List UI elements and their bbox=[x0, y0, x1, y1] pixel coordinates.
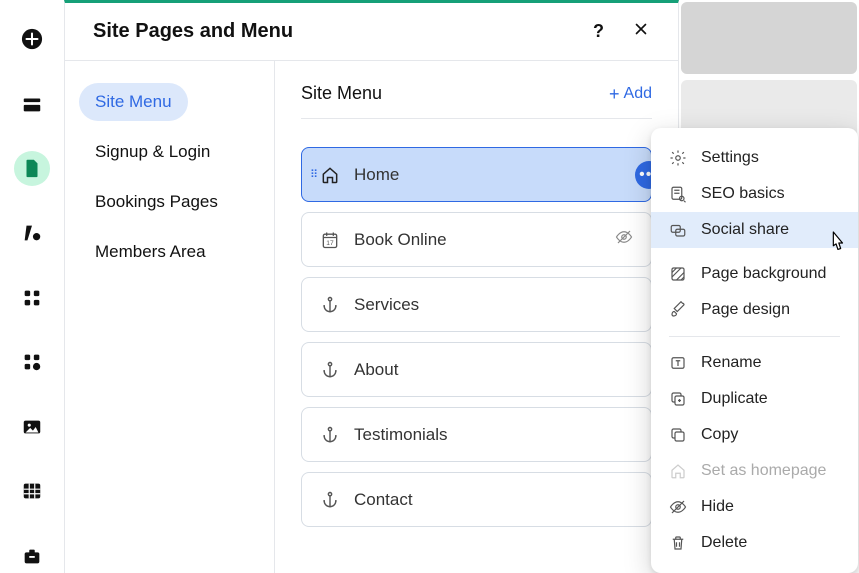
media-icon[interactable] bbox=[14, 409, 50, 444]
menu-label: Duplicate bbox=[701, 390, 768, 408]
page-list: ⠿ Home ••• 17 Book Online bbox=[301, 147, 652, 527]
editor-left-rail bbox=[0, 0, 64, 573]
sidebar-item-label: Members Area bbox=[95, 242, 206, 261]
page-label: Services bbox=[354, 295, 419, 315]
page-label: Testimonials bbox=[354, 425, 448, 445]
menu-duplicate[interactable]: Duplicate bbox=[651, 381, 858, 417]
menu-label: Social share bbox=[701, 221, 789, 239]
menu-label: Settings bbox=[701, 149, 759, 167]
section-title: Site Menu bbox=[301, 83, 382, 104]
menu-seo[interactable]: SEO basics bbox=[651, 176, 858, 212]
copy-icon bbox=[669, 426, 687, 444]
cursor-pointer-icon bbox=[826, 230, 848, 261]
business-icon[interactable] bbox=[14, 345, 50, 380]
page-item-book-online[interactable]: 17 Book Online bbox=[301, 212, 652, 267]
anchor-icon bbox=[320, 295, 340, 315]
eye-off-icon bbox=[669, 498, 687, 516]
page-label: About bbox=[354, 360, 398, 380]
sidebar-item-label: Site Menu bbox=[95, 92, 172, 111]
sidebar-item-members[interactable]: Members Area bbox=[79, 233, 222, 271]
anchor-icon bbox=[320, 360, 340, 380]
apps-icon[interactable] bbox=[14, 280, 50, 315]
sidebar-item-label: Bookings Pages bbox=[95, 192, 218, 211]
calendar-icon: 17 bbox=[320, 230, 340, 250]
menu-settings[interactable]: Settings bbox=[651, 140, 858, 176]
panel-title: Site Pages and Menu bbox=[93, 20, 293, 43]
menu-hide[interactable]: Hide bbox=[651, 489, 858, 525]
add-label: Add bbox=[624, 85, 652, 103]
home-icon bbox=[669, 462, 687, 480]
duplicate-icon bbox=[669, 390, 687, 408]
trash-icon bbox=[669, 534, 687, 552]
svg-text:17: 17 bbox=[326, 240, 334, 247]
page-label: Contact bbox=[354, 490, 413, 510]
share-frames-icon bbox=[669, 221, 687, 239]
page-item-contact[interactable]: Contact bbox=[301, 472, 652, 527]
add-page-button[interactable]: + Add bbox=[609, 85, 652, 103]
menu-divider bbox=[669, 336, 840, 337]
design-icon[interactable] bbox=[14, 216, 50, 251]
sidebar-item-signup-login[interactable]: Signup & Login bbox=[79, 133, 226, 171]
page-label: Home bbox=[354, 165, 399, 185]
menu-rename[interactable]: Rename bbox=[651, 345, 858, 381]
search-doc-icon bbox=[669, 185, 687, 203]
panel-main: Site Menu + Add ⠿ Home ••• bbox=[275, 61, 678, 573]
panel-header: Site Pages and Menu ? bbox=[65, 3, 678, 61]
menu-page-design[interactable]: Page design bbox=[651, 292, 858, 328]
menu-set-homepage: Set as homepage bbox=[651, 453, 858, 489]
page-label: Book Online bbox=[354, 230, 447, 250]
pages-icon[interactable] bbox=[14, 151, 50, 186]
page-item-about[interactable]: About bbox=[301, 342, 652, 397]
panel-sidebar: Site Menu Signup & Login Bookings Pages … bbox=[65, 61, 275, 573]
page-context-menu: Settings SEO basics Social share Page ba… bbox=[651, 128, 858, 573]
sidebar-item-site-menu[interactable]: Site Menu bbox=[79, 83, 188, 121]
drag-handle-icon[interactable]: ⠿ bbox=[310, 168, 318, 181]
menu-label: Page design bbox=[701, 301, 790, 319]
gear-icon bbox=[669, 149, 687, 167]
menu-label: Copy bbox=[701, 426, 738, 444]
hidden-eye-icon bbox=[615, 228, 633, 251]
text-frame-icon bbox=[669, 354, 687, 372]
page-item-testimonials[interactable]: Testimonials bbox=[301, 407, 652, 462]
menu-label: Rename bbox=[701, 354, 761, 372]
home-icon bbox=[320, 165, 340, 185]
menu-page-background[interactable]: Page background bbox=[651, 256, 858, 292]
menu-label: SEO basics bbox=[701, 185, 785, 203]
page-item-home[interactable]: ⠿ Home ••• bbox=[301, 147, 652, 202]
tools-icon[interactable] bbox=[14, 539, 50, 573]
sidebar-item-label: Signup & Login bbox=[95, 142, 210, 161]
page-item-services[interactable]: Services bbox=[301, 277, 652, 332]
hatch-icon bbox=[669, 265, 687, 283]
section-header: Site Menu + Add bbox=[301, 83, 652, 119]
brush-icon bbox=[669, 301, 687, 319]
data-icon[interactable] bbox=[14, 474, 50, 509]
menu-label: Hide bbox=[701, 498, 734, 516]
sections-icon[interactable] bbox=[14, 87, 50, 122]
menu-label: Set as homepage bbox=[701, 462, 826, 480]
pages-panel: Site Pages and Menu ? Site Menu Signup &… bbox=[64, 0, 679, 573]
menu-label: Page background bbox=[701, 265, 826, 283]
close-icon[interactable] bbox=[632, 20, 650, 44]
plus-icon: + bbox=[609, 85, 620, 103]
anchor-icon bbox=[320, 425, 340, 445]
anchor-icon bbox=[320, 490, 340, 510]
menu-delete[interactable]: Delete bbox=[651, 525, 858, 561]
help-icon[interactable]: ? bbox=[593, 21, 604, 42]
sidebar-item-bookings[interactable]: Bookings Pages bbox=[79, 183, 234, 221]
menu-label: Delete bbox=[701, 534, 747, 552]
add-element-icon[interactable] bbox=[14, 22, 50, 57]
menu-copy[interactable]: Copy bbox=[651, 417, 858, 453]
